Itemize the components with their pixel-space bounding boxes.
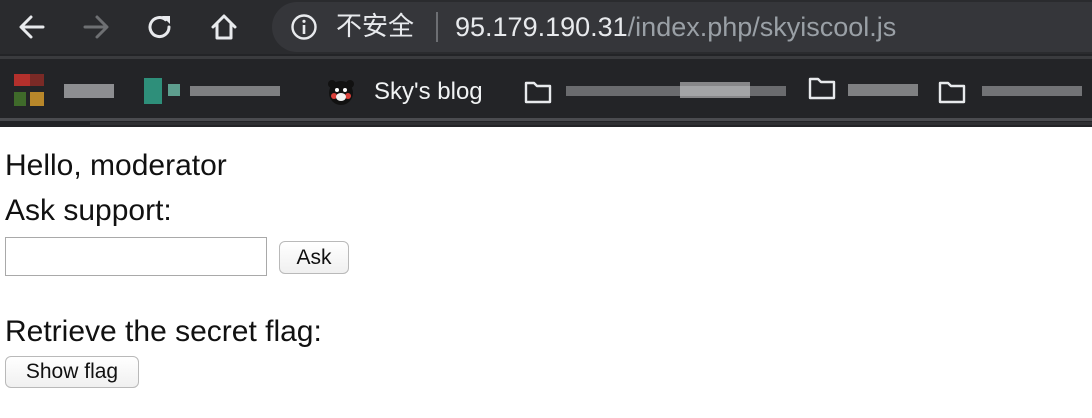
blurred-bookmark-label[interactable] bbox=[190, 86, 280, 96]
ask-support-input[interactable] bbox=[5, 237, 267, 276]
blurred-bookmark-icon bbox=[30, 74, 44, 86]
ask-button[interactable]: Ask bbox=[279, 241, 349, 274]
blurred-bookmark-icon bbox=[30, 92, 44, 106]
info-icon[interactable] bbox=[290, 13, 318, 41]
address-bar-divider bbox=[436, 12, 438, 42]
browser-chrome: 不安全 95.179.190.31/index.php/skyiscool.js bbox=[0, 0, 1092, 127]
blurred-bookmark-label bbox=[680, 82, 750, 98]
blurred-bookmark-icon bbox=[14, 92, 26, 106]
glitch-streak bbox=[0, 56, 1092, 59]
folder-icon[interactable] bbox=[524, 80, 552, 104]
blurred-bookmark-label[interactable] bbox=[848, 84, 918, 96]
browser-toolbar: 不安全 95.179.190.31/index.php/skyiscool.js bbox=[0, 0, 1092, 54]
forward-button[interactable] bbox=[76, 7, 116, 47]
blurred-bookmark-icon bbox=[14, 74, 30, 86]
blurred-bookmark-label[interactable] bbox=[982, 86, 1082, 96]
blurred-bookmark-label[interactable] bbox=[566, 86, 786, 96]
home-icon bbox=[211, 14, 237, 40]
reload-button[interactable] bbox=[140, 7, 180, 47]
url-text[interactable]: 95.179.190.31/index.php/skyiscool.js bbox=[455, 11, 896, 43]
kumamon-bear-icon bbox=[326, 77, 356, 107]
address-bar[interactable]: 不安全 95.179.190.31/index.php/skyiscool.js bbox=[272, 2, 1092, 52]
glitch-streak bbox=[90, 122, 1092, 125]
security-status-label[interactable]: 不安全 bbox=[336, 12, 414, 42]
show-flag-button[interactable]: Show flag bbox=[5, 356, 139, 388]
blurred-bookmark-icon bbox=[168, 84, 180, 96]
ask-support-label: Ask support: bbox=[5, 194, 172, 227]
home-button[interactable] bbox=[204, 7, 244, 47]
arrow-left-icon bbox=[19, 15, 45, 39]
blurred-bookmark-icon bbox=[144, 78, 162, 104]
folder-icon[interactable] bbox=[808, 76, 836, 100]
retrieve-flag-label: Retrieve the secret flag: bbox=[5, 315, 322, 348]
bookmark-label: Sky's blog bbox=[374, 78, 483, 105]
arrow-right-icon bbox=[83, 15, 109, 39]
greeting-text: Hello, moderator bbox=[5, 149, 227, 182]
back-button[interactable] bbox=[12, 7, 52, 47]
reload-icon bbox=[148, 16, 171, 39]
url-host: 95.179.190.31 bbox=[455, 12, 628, 42]
bookmark-sky-blog[interactable]: Sky's blog bbox=[326, 77, 483, 107]
glitch-streak bbox=[0, 118, 1092, 121]
blurred-bookmark-label[interactable] bbox=[64, 84, 114, 98]
folder-icon[interactable] bbox=[938, 80, 966, 104]
url-path: /index.php/skyiscool.js bbox=[627, 12, 897, 42]
bookmarks-bar: Sky's blog bbox=[0, 54, 1092, 127]
